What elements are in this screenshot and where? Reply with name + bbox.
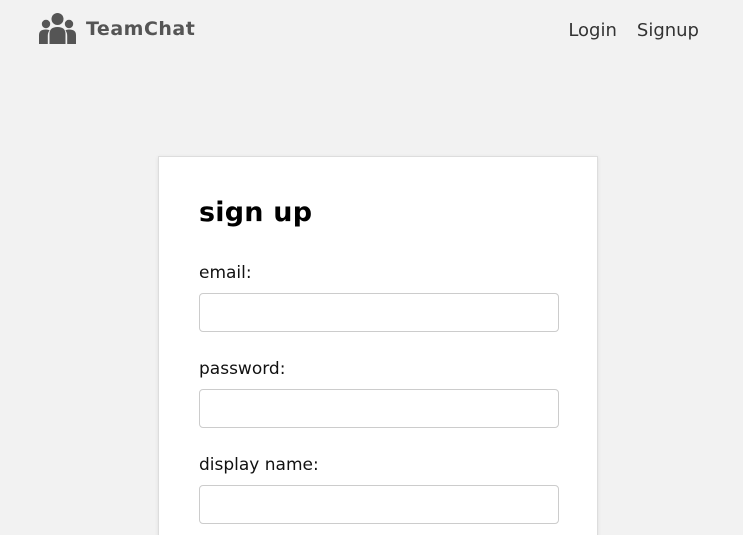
nav-login-link[interactable]: Login bbox=[568, 20, 617, 41]
users-group-icon bbox=[39, 13, 76, 45]
password-label: password: bbox=[199, 359, 286, 379]
display-name-input[interactable] bbox=[199, 485, 559, 524]
nav-links: Login Signup bbox=[568, 20, 699, 41]
display-name-label: display name: bbox=[199, 455, 319, 475]
navbar: TeamChat Login Signup bbox=[0, 0, 743, 66]
brand-logo[interactable]: TeamChat bbox=[39, 13, 195, 45]
nav-signup-link[interactable]: Signup bbox=[637, 20, 699, 41]
email-label: email: bbox=[199, 263, 252, 283]
signup-page: TeamChat Login Signup sign up email: pas… bbox=[0, 0, 743, 535]
brand-name: TeamChat bbox=[86, 18, 196, 40]
form-title: sign up bbox=[199, 197, 313, 228]
signup-form-card: sign up email: password: display name: bbox=[158, 156, 598, 535]
email-input[interactable] bbox=[199, 293, 559, 332]
password-input[interactable] bbox=[199, 389, 559, 428]
